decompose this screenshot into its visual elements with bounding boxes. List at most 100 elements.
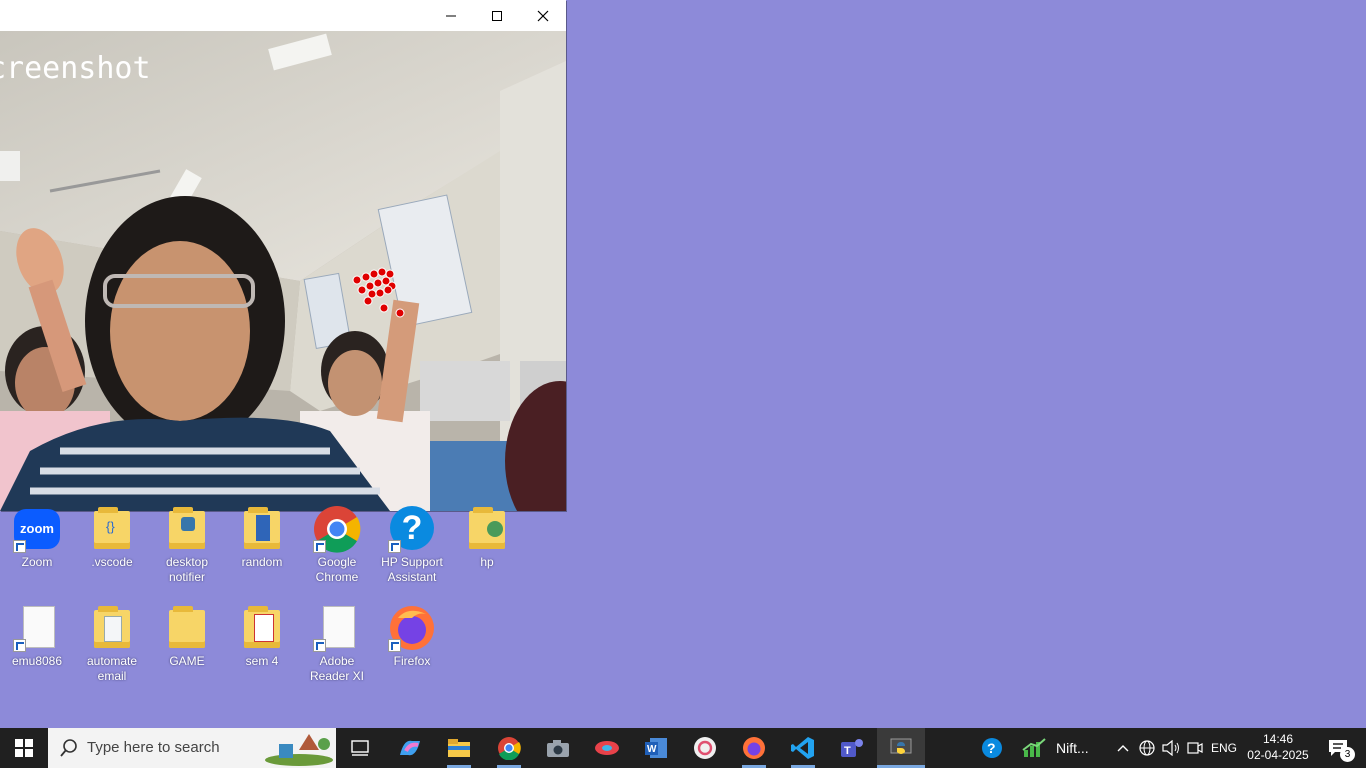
desktop-icon-desktop-notifier[interactable]: desktop notifier	[150, 505, 224, 585]
webcam-scene	[0, 31, 566, 511]
hp-support-tray[interactable]: ?	[976, 728, 1008, 768]
document-icon	[313, 604, 361, 652]
taskbar-python[interactable]	[877, 728, 925, 768]
chevron-up-icon	[1117, 745, 1129, 752]
maximize-icon	[492, 10, 502, 21]
camera-icon	[547, 740, 569, 757]
desktop-icon-zoom[interactable]: zoom Zoom	[0, 505, 74, 570]
taskbar-app[interactable]	[685, 728, 725, 768]
desktop-icon-label: hp	[480, 555, 494, 569]
desktop-icon-label: .vscode	[91, 555, 133, 569]
webcam-feed: creenshot	[0, 31, 566, 511]
firefox-icon	[743, 737, 765, 759]
taskbar-file-explorer[interactable]	[439, 728, 479, 768]
search-highlight-art	[265, 734, 333, 766]
desktop-icon-label: HP Support Assistant	[381, 555, 443, 584]
desktop-icon-game[interactable]: GAME	[150, 604, 224, 669]
start-button[interactable]	[0, 728, 48, 768]
help-icon: ?	[982, 738, 1002, 758]
vscode-icon	[791, 737, 814, 759]
search-placeholder: Type here to search	[87, 739, 220, 756]
taskbar-search-box[interactable]: Type here to search	[48, 728, 336, 768]
close-icon	[537, 10, 549, 21]
desktop-icon-label: Adobe Reader XI	[309, 654, 365, 683]
desktop-icon-hp[interactable]: hp	[450, 505, 524, 570]
desktop-icon-google-chrome[interactable]: Google Chrome	[300, 505, 374, 585]
desktop-icon-random[interactable]: random	[225, 505, 299, 570]
app-icon	[694, 737, 716, 759]
close-button[interactable]	[520, 0, 566, 31]
start-icon	[15, 739, 33, 757]
zoom-icon: zoom	[13, 505, 61, 553]
user-folder-icon	[463, 505, 511, 553]
desktop-icon-label: automate email	[86, 654, 138, 683]
folder-icon	[163, 604, 211, 652]
python-icon	[890, 738, 912, 754]
taskbar-copilot[interactable]	[390, 728, 430, 768]
desktop-icon-label: random	[241, 555, 283, 569]
window-titlebar[interactable]	[0, 0, 566, 31]
firefox-icon	[388, 604, 436, 652]
taskbar: Type here to search W T ? Nift... ENG 14…	[0, 728, 1366, 768]
notification-center[interactable]: 3	[1318, 728, 1358, 768]
language-label: ENG	[1210, 741, 1237, 755]
maximize-button[interactable]	[474, 0, 520, 31]
taskbar-vscode[interactable]	[783, 728, 823, 768]
desktop-icon-automate-email[interactable]: automate email	[75, 604, 149, 684]
taskbar-snipping-tool[interactable]	[587, 728, 627, 768]
globe-icon	[1139, 740, 1155, 756]
minimize-button[interactable]	[428, 0, 474, 31]
folder-icon	[88, 604, 136, 652]
stock-widget[interactable]: Nift...	[1022, 728, 1102, 768]
file-explorer-icon	[448, 739, 470, 757]
camera-privacy-icon	[1187, 742, 1203, 754]
taskbar-word[interactable]: W	[636, 728, 676, 768]
desktop-icon-sem4[interactable]: sem 4	[225, 604, 299, 669]
help-icon: ?	[388, 505, 436, 553]
folder-icon	[238, 505, 286, 553]
desktop-icon-vscode-folder[interactable]: {} .vscode	[75, 505, 149, 570]
chrome-icon	[313, 505, 361, 553]
desktop-icon-firefox[interactable]: Firefox	[375, 604, 449, 669]
notification-badge: 3	[1340, 747, 1355, 762]
desktop-icon-label: Zoom	[21, 555, 53, 569]
word-icon: W	[645, 738, 667, 758]
clock-date: 02-04-2025	[1247, 748, 1309, 762]
desktop-icon-label: desktop notifier	[165, 555, 209, 584]
desktop-icon-emu8086[interactable]: emu8086	[0, 604, 74, 669]
network-tray[interactable]	[1136, 728, 1158, 768]
stock-chart-icon	[1022, 738, 1046, 757]
snipping-tool-icon	[595, 741, 619, 755]
pdf-folder-icon	[238, 604, 286, 652]
folder-icon: {}	[88, 505, 136, 553]
copilot-icon	[400, 740, 420, 756]
taskbar-camera[interactable]	[538, 728, 578, 768]
minimize-icon	[446, 15, 456, 16]
search-icon	[60, 739, 77, 757]
taskbar-firefox[interactable]	[734, 728, 774, 768]
desktop-icon-adobe-reader[interactable]: Adobe Reader XI	[300, 604, 374, 684]
taskbar-teams[interactable]: T	[832, 728, 872, 768]
clock-time: 14:46	[1262, 732, 1294, 746]
desktop-icon-hp-support[interactable]: ? HP Support Assistant	[375, 505, 449, 585]
svg-text:?: ?	[987, 740, 996, 756]
desktop-icon-label: sem 4	[245, 654, 279, 668]
desktop-icon-label: emu8086	[11, 654, 63, 668]
desktop-icon-label: Google Chrome	[315, 555, 359, 584]
language-indicator[interactable]: ENG	[1208, 728, 1240, 768]
desktop-icon-label: Firefox	[393, 654, 431, 668]
volume-tray[interactable]	[1160, 728, 1182, 768]
camera-privacy-tray[interactable]	[1184, 728, 1206, 768]
task-view-button[interactable]	[340, 728, 380, 768]
camera-window[interactable]: creenshot	[0, 0, 566, 511]
svg-text:T: T	[844, 745, 851, 757]
stock-label: Nift...	[1056, 740, 1089, 756]
show-hidden-icons[interactable]	[1112, 728, 1134, 768]
task-view-icon	[351, 740, 369, 756]
volume-icon	[1162, 740, 1179, 756]
chrome-icon	[498, 737, 521, 760]
desktop-icon-label: GAME	[169, 654, 205, 668]
taskbar-clock[interactable]: 14:46 02-04-2025	[1244, 731, 1312, 763]
svg-text:W: W	[647, 744, 657, 755]
taskbar-chrome[interactable]	[489, 728, 529, 768]
